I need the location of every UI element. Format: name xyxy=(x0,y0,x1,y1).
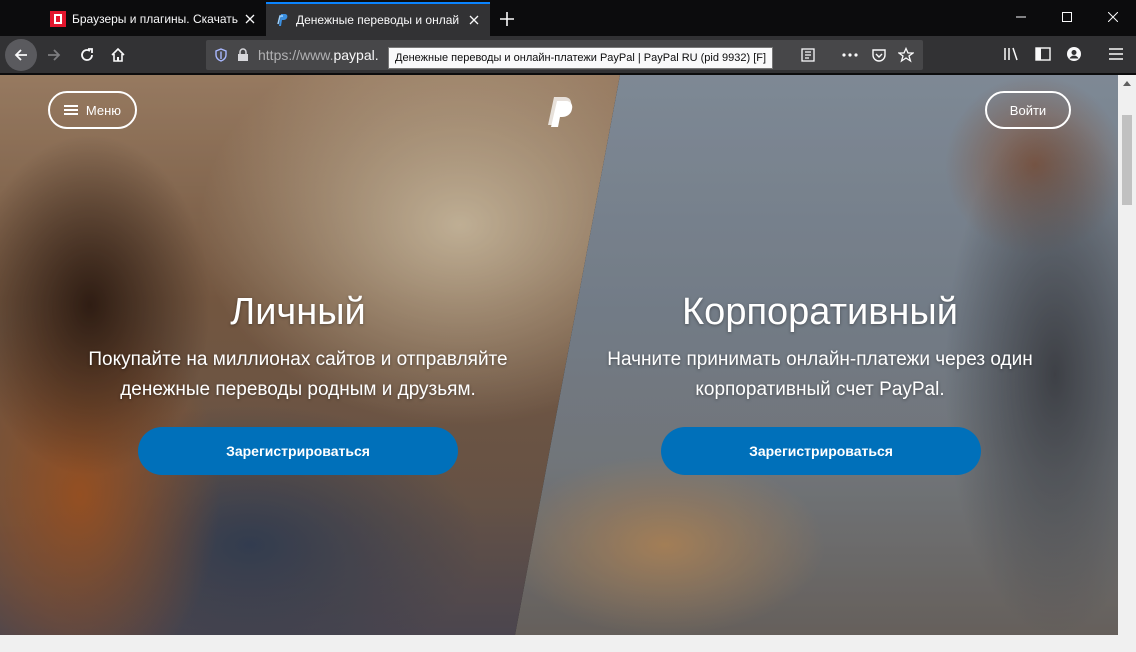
business-title: Корпоративный xyxy=(682,291,958,333)
forward-button[interactable] xyxy=(38,39,70,71)
close-window-button[interactable] xyxy=(1090,0,1136,34)
business-section: Корпоративный Начните принимать онлайн-п… xyxy=(570,289,1070,405)
bookmark-star-icon[interactable] xyxy=(898,40,914,70)
menu-label: Меню xyxy=(85,102,122,118)
login-button[interactable]: Войти xyxy=(985,91,1071,129)
paypal-favicon-icon xyxy=(274,12,290,28)
personal-description: Покупайте на миллионах сайтов и отправля… xyxy=(88,349,508,400)
paypal-page: Меню Войти Личный Покупайте на миллионах… xyxy=(0,75,1118,635)
sidebar-icon[interactable] xyxy=(1031,42,1055,66)
lock-icon[interactable] xyxy=(232,44,254,66)
reload-button[interactable] xyxy=(71,39,103,71)
bottom-frame xyxy=(0,635,1136,652)
pocket-icon[interactable] xyxy=(871,40,887,70)
browser-window: Браузеры и плагины. Скачать Денежные пер… xyxy=(0,0,1136,652)
scroll-up-icon[interactable] xyxy=(1118,75,1136,91)
close-tab-icon[interactable] xyxy=(466,12,482,28)
back-button[interactable] xyxy=(5,39,37,71)
tab-title: Денежные переводы и онлай xyxy=(296,13,460,27)
scrollbar-thumb[interactable] xyxy=(1122,115,1132,205)
tab-strip: Браузеры и плагины. Скачать Денежные пер… xyxy=(0,0,1136,36)
business-description: Начните принимать онлайн-платежи через о… xyxy=(607,349,1033,400)
library-icon[interactable] xyxy=(1000,42,1024,66)
business-signup-button[interactable]: Зарегистрироваться xyxy=(661,427,981,475)
personal-title: Личный xyxy=(230,291,366,333)
personal-signup-button[interactable]: Зарегистрироваться xyxy=(138,427,458,475)
tab-browsers-plugins[interactable]: Браузеры и плагины. Скачать xyxy=(42,2,266,36)
tab-paypal[interactable]: Денежные переводы и онлай xyxy=(266,2,490,36)
navigation-toolbar: https://www.paypal. Денежные переводы и … xyxy=(0,36,1136,74)
vertical-scrollbar[interactable] xyxy=(1118,75,1136,635)
close-tab-icon[interactable] xyxy=(242,11,258,27)
maximize-button[interactable] xyxy=(1044,0,1090,34)
home-button[interactable] xyxy=(102,39,134,71)
url-text[interactable]: https://www.paypal. xyxy=(258,47,379,63)
tab-title-tooltip: Денежные переводы и онлайн-платежи PayPa… xyxy=(388,47,774,69)
tab-title: Браузеры и плагины. Скачать xyxy=(72,12,238,26)
minimize-button[interactable] xyxy=(998,0,1044,34)
new-tab-button[interactable] xyxy=(496,8,518,30)
tracking-protection-icon[interactable] xyxy=(210,44,232,66)
personal-section: Личный Покупайте на миллионах сайтов и о… xyxy=(48,289,548,405)
paypal-logo-icon[interactable] xyxy=(545,95,575,129)
site-favicon-icon xyxy=(50,11,66,27)
account-icon[interactable] xyxy=(1062,42,1086,66)
hamburger-menu-icon[interactable] xyxy=(1104,42,1128,66)
reader-view-icon[interactable] xyxy=(800,40,816,70)
page-actions-icon[interactable] xyxy=(842,40,858,70)
menu-icon xyxy=(63,105,78,115)
menu-button[interactable]: Меню xyxy=(48,91,137,129)
